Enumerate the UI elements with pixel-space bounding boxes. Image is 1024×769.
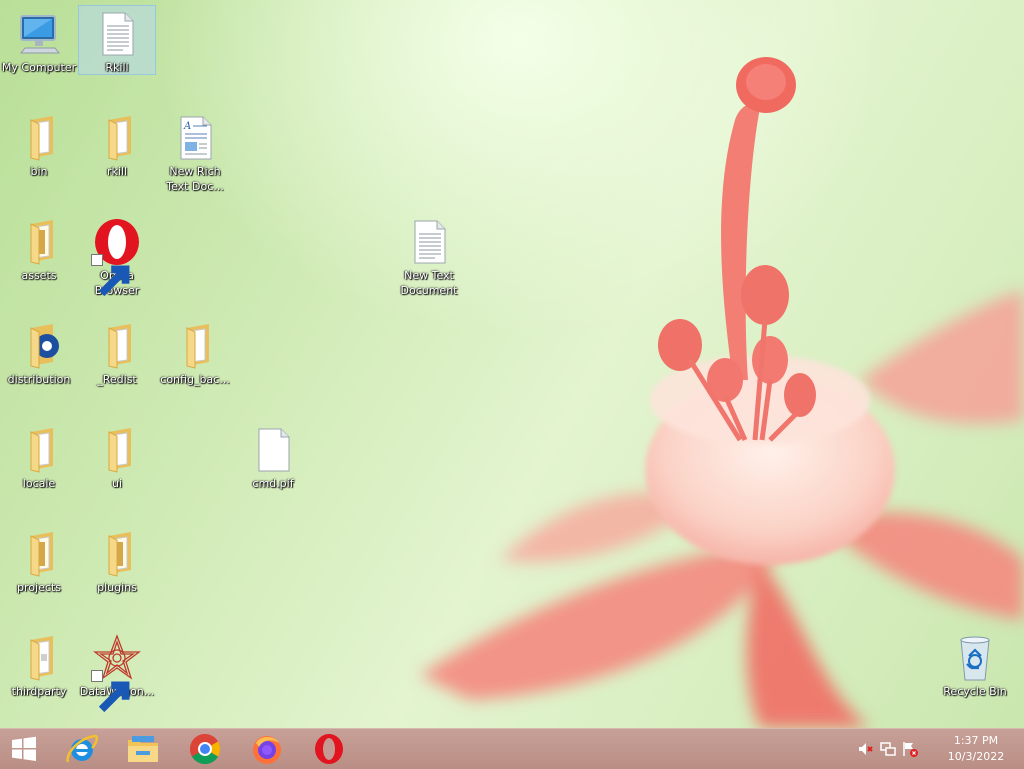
folder-icon: [93, 114, 141, 162]
desktop-icon-label: thirdparty: [11, 685, 67, 698]
taskbar-internet-explorer[interactable]: [54, 729, 110, 769]
desktop-icon-opera-browser[interactable]: Opera Browser: [79, 214, 155, 298]
computer-icon: [15, 10, 63, 58]
desktop-icon-datawagon[interactable]: DataWagon...: [79, 630, 155, 713]
shortcut-arrow-icon: [91, 254, 130, 297]
taskbar: 1:37 PM 10/3/2022: [0, 728, 1024, 769]
desktop-icon-label: New Text Document: [400, 269, 458, 297]
taskbar-clock[interactable]: 1:37 PM 10/3/2022: [944, 733, 1008, 765]
desktop-icon-label: plugins: [97, 581, 137, 594]
system-tray: 1:37 PM 10/3/2022: [854, 729, 1024, 769]
desktop-icon-thirdparty-folder[interactable]: thirdparty: [1, 630, 77, 699]
desktop-icon-label: assets: [21, 269, 57, 282]
desktop-icon-config-backup-folder[interactable]: config_bac...: [157, 318, 233, 387]
desktop-icon-my-computer[interactable]: My Computer: [1, 6, 77, 75]
desktop-icon-locale-folder[interactable]: locale: [1, 422, 77, 491]
desktop: My Computer Rkill bin rkill A New Rich T…: [0, 0, 1024, 728]
desktop-icon-new-rich-text-doc[interactable]: A New Rich Text Doc...: [157, 110, 233, 194]
clock-date: 10/3/2022: [947, 750, 1005, 763]
action-center-flag-icon[interactable]: [902, 741, 918, 757]
datawagon-icon: [91, 634, 141, 713]
start-button[interactable]: [0, 729, 48, 769]
desktop-icon-rkill-folder[interactable]: rkill: [79, 110, 155, 179]
rich-text-document-icon: A: [171, 114, 219, 162]
desktop-icon-cmd-pif[interactable]: cmd.pif: [235, 422, 311, 491]
blank-file-icon: [249, 426, 297, 474]
desktop-icon-label: distribution: [7, 373, 71, 386]
desktop-icon-label: Recycle Bin: [943, 685, 1007, 698]
taskbar-opera[interactable]: [301, 729, 357, 769]
svg-text:A: A: [183, 121, 191, 132]
clock-time: 1:37 PM: [953, 734, 999, 747]
folder-icon: [15, 322, 63, 370]
desktop-icon-rkill-file[interactable]: Rkill: [78, 5, 156, 75]
opera-icon: [315, 734, 343, 764]
text-file-icon: [405, 218, 453, 266]
folder-icon: [15, 426, 63, 474]
folder-icon: [171, 322, 219, 370]
taskbar-chrome[interactable]: [177, 729, 233, 769]
folder-icon: [15, 530, 63, 578]
desktop-icon-distribution-folder[interactable]: distribution: [1, 318, 77, 387]
chrome-icon: [189, 734, 221, 765]
volume-muted-icon[interactable]: [858, 741, 874, 757]
folder-icon: [93, 530, 141, 578]
desktop-icon-recycle-bin[interactable]: Recycle Bin: [937, 630, 1013, 699]
desktop-icon-label: My Computer: [1, 61, 77, 74]
desktop-icon-bin-folder[interactable]: bin: [1, 110, 77, 179]
desktop-icon-redist-folder[interactable]: _Redist: [79, 318, 155, 387]
desktop-icon-label: _Redist: [97, 373, 137, 386]
desktop-icon-assets-folder[interactable]: assets: [1, 214, 77, 283]
opera-icon: [91, 218, 141, 297]
desktop-icon-label: ui: [111, 477, 123, 490]
desktop-icon-new-text-document[interactable]: New Text Document: [391, 214, 467, 298]
desktop-icon-label: rkill: [106, 165, 128, 178]
desktop-icon-label: locale: [22, 477, 56, 490]
folder-icon: [15, 114, 63, 162]
desktop-icon-label: config_bac...: [160, 373, 230, 386]
desktop-icon-plugins-folder[interactable]: plugins: [79, 526, 155, 595]
desktop-icon-label: cmd.pif: [252, 477, 294, 490]
desktop-icon-label: bin: [30, 165, 48, 178]
desktop-icon-label: New Rich Text Doc...: [166, 165, 224, 193]
windows-logo-icon: [12, 736, 36, 761]
folder-icon: [93, 426, 141, 474]
taskbar-firefox[interactable]: [239, 729, 295, 769]
taskbar-file-explorer[interactable]: [115, 729, 171, 769]
shortcut-arrow-icon: [91, 670, 130, 713]
text-file-icon: [93, 10, 141, 58]
internet-explorer-icon: [66, 734, 99, 763]
recycle-bin-icon: [951, 634, 999, 682]
firefox-icon: [253, 736, 281, 764]
desktop-icon-label: Rkill: [105, 61, 129, 74]
desktop-icon-ui-folder[interactable]: ui: [79, 422, 155, 491]
file-explorer-icon: [128, 736, 158, 762]
folder-icon: [15, 634, 63, 682]
folder-icon: [93, 322, 141, 370]
folder-icon: [15, 218, 63, 266]
desktop-icon-label: projects: [17, 581, 61, 594]
network-icon[interactable]: [880, 741, 896, 757]
desktop-icon-projects-folder[interactable]: projects: [1, 526, 77, 595]
